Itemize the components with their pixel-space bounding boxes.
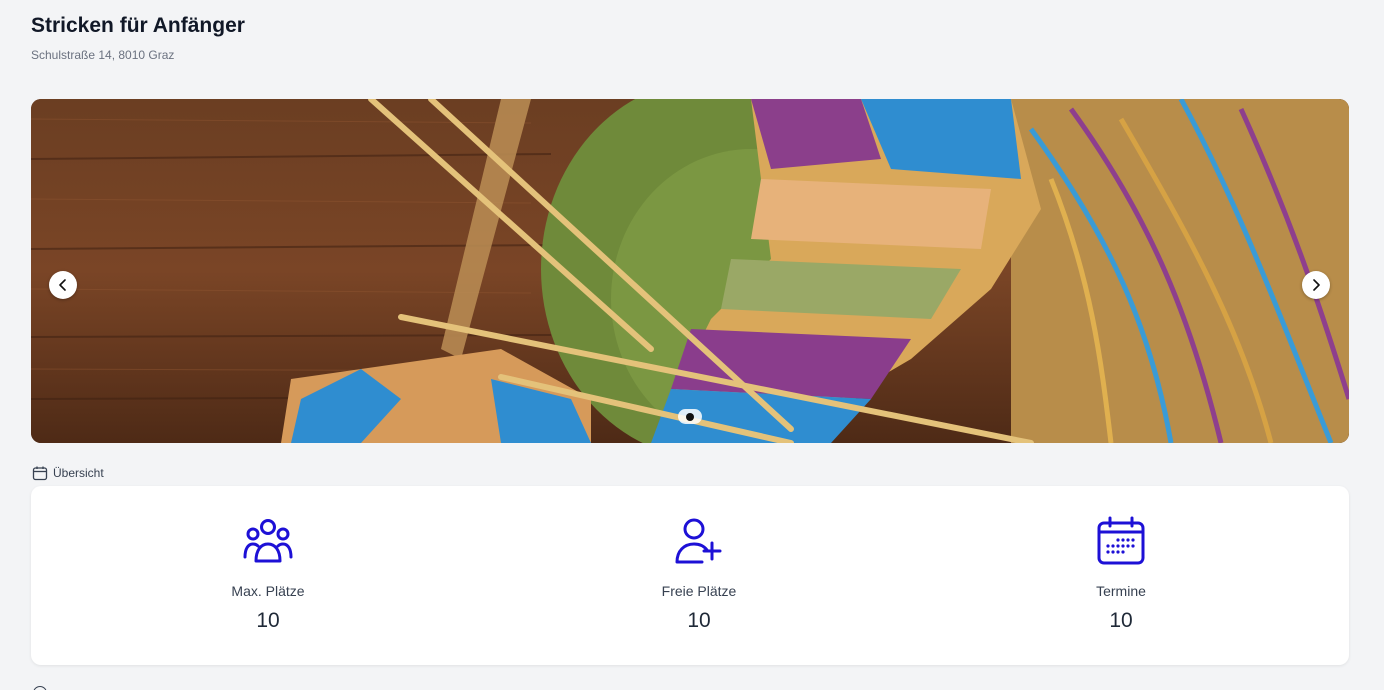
stat-dates: Termine 10: [1021, 516, 1221, 633]
chevron-right-icon: [1313, 279, 1320, 291]
stat-free-places-value: 10: [687, 609, 711, 632]
page-title: Stricken für Anfänger: [31, 14, 245, 37]
calendar-dates-icon: [1097, 516, 1145, 565]
carousel-prev-button[interactable]: [49, 271, 77, 299]
page: Stricken für Anfänger Schulstraße 14, 80…: [0, 0, 1384, 690]
carousel-pagination: [678, 409, 702, 424]
image-carousel[interactable]: [31, 99, 1349, 443]
overview-card: Max. Plätze 10 Freie Plätze 10 Termine 1…: [31, 486, 1349, 665]
overview-section-label: Übersicht: [32, 465, 104, 481]
course-address: Schulstraße 14, 8010 Graz: [31, 48, 175, 62]
stat-max-places-value: 10: [256, 609, 280, 632]
stat-max-places: Max. Plätze 10: [168, 516, 368, 633]
stat-max-places-label: Max. Plätze: [231, 583, 305, 599]
stat-free-places: Freie Plätze 10: [599, 516, 799, 633]
carousel-dot-active[interactable]: [686, 412, 694, 421]
users-group-icon: [243, 519, 293, 563]
user-plus-icon: [675, 518, 722, 564]
chevron-left-icon: [59, 279, 66, 291]
carousel-next-button[interactable]: [1302, 271, 1330, 299]
knitting-photo: [31, 99, 1349, 443]
stat-dates-label: Termine: [1096, 583, 1146, 599]
stat-dates-value: 10: [1109, 609, 1133, 632]
calendar-icon: [32, 466, 48, 481]
clock-icon: [33, 686, 47, 690]
stat-free-places-label: Freie Plätze: [661, 583, 737, 599]
overview-label: Übersicht: [53, 466, 104, 480]
